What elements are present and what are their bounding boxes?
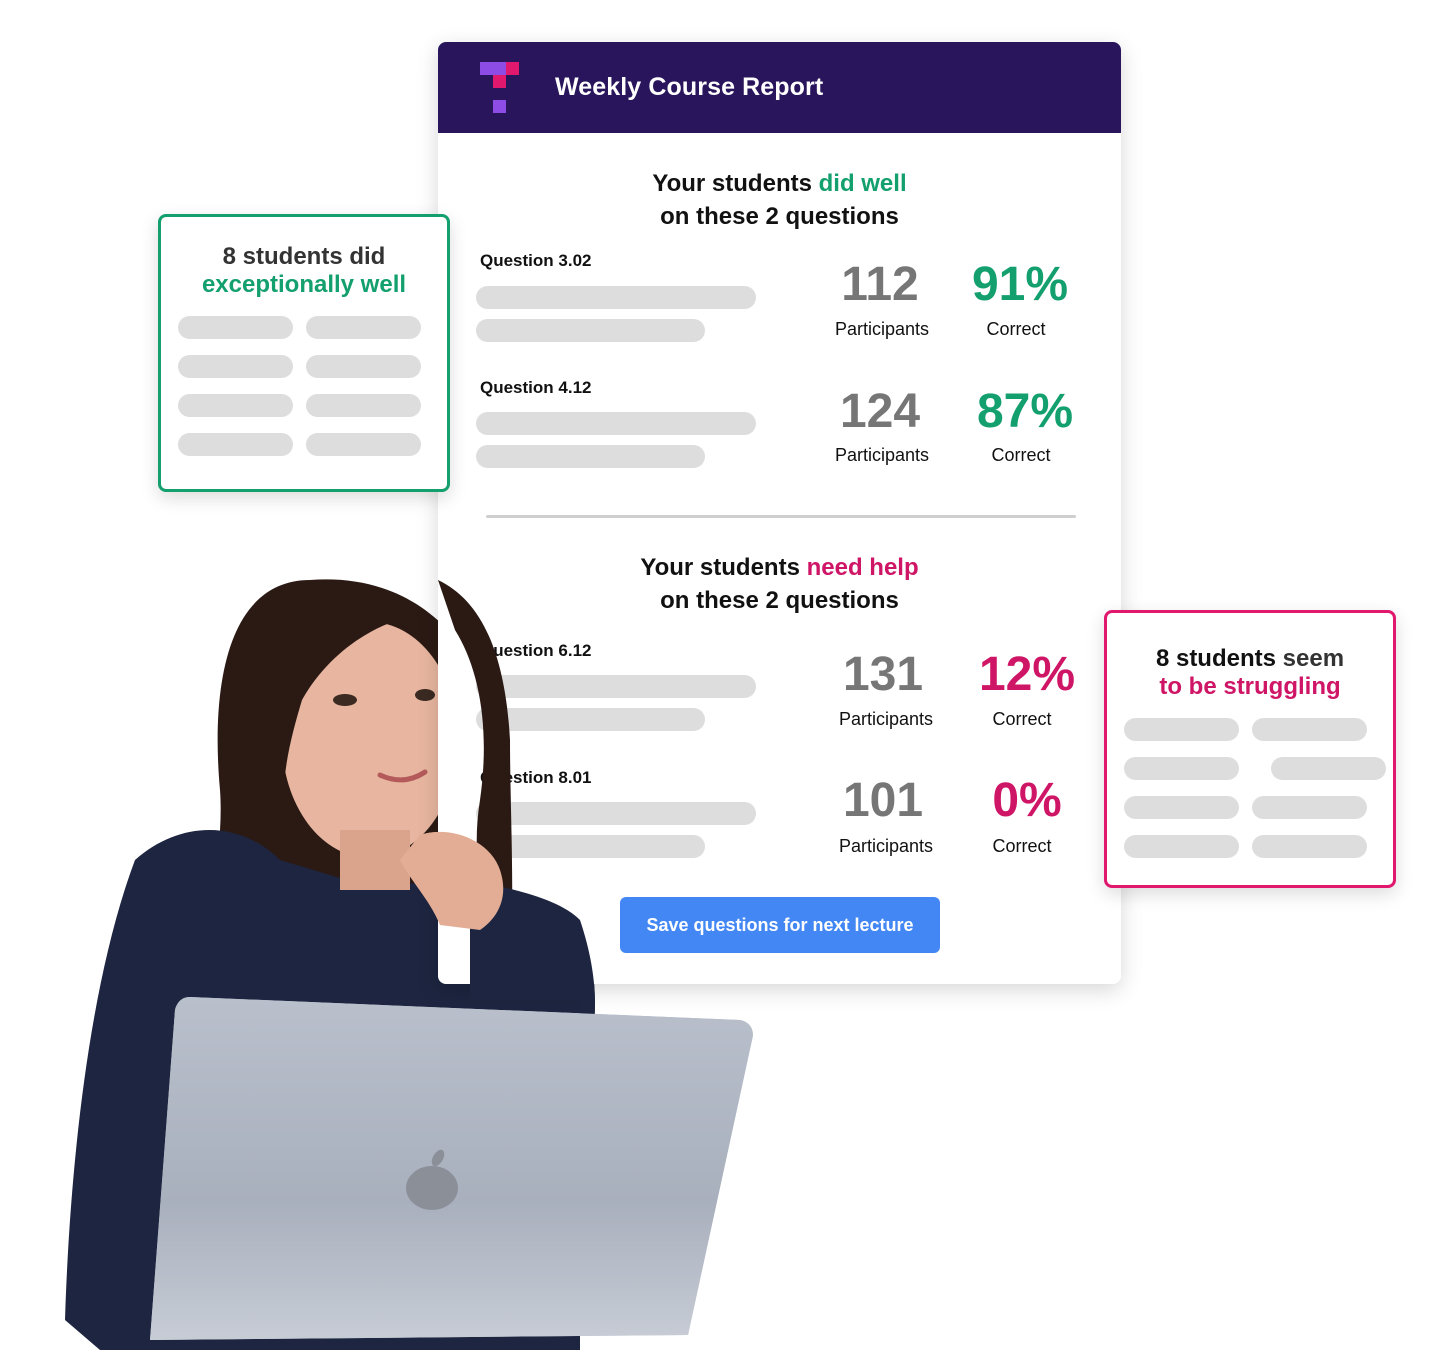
participants-label: Participants — [834, 319, 930, 339]
participants-label: Participants — [838, 709, 934, 729]
neck-shape — [340, 830, 410, 890]
student-placeholder — [178, 355, 293, 378]
student-placeholder — [1124, 835, 1239, 858]
student-placeholder — [178, 433, 293, 456]
placeholder-bar — [476, 286, 756, 309]
save-questions-button[interactable]: Save questions for next lecture — [620, 897, 940, 953]
participants-count: 112 — [841, 258, 919, 311]
card-title-part: seem — [1275, 645, 1345, 672]
placeholder-bar — [476, 675, 756, 698]
section-divider — [486, 515, 1076, 518]
heading-text: Your students — [652, 170, 819, 197]
placeholder-bar — [476, 319, 705, 342]
report-header: Weekly Course Report — [438, 42, 1121, 133]
correct-percent: 0% — [992, 774, 1062, 827]
student-placeholder — [1124, 718, 1239, 741]
placeholder-bar — [476, 445, 705, 468]
student-placeholder — [1124, 796, 1239, 819]
tophat-logo-icon — [480, 62, 520, 114]
student-placeholder — [178, 316, 293, 339]
participants-count: 131 — [842, 648, 924, 701]
participants-count: 124 — [839, 385, 921, 438]
correct-percent: 91% — [971, 258, 1069, 311]
question-label: Question 6.12 — [480, 641, 592, 660]
student-placeholder — [1124, 757, 1239, 780]
struggling-students-card: 8 students seem to be struggling — [1104, 610, 1396, 888]
student-placeholder — [1271, 757, 1386, 780]
question-label: Question 8.01 — [480, 768, 592, 787]
correct-label: Correct — [986, 319, 1046, 339]
student-placeholder — [306, 394, 421, 417]
heading-text: Your students — [640, 554, 807, 581]
heading-line2: on these 2 questions — [660, 587, 899, 614]
student-placeholder — [1252, 796, 1367, 819]
need-help-heading: Your students need help on these 2 quest… — [438, 551, 1121, 617]
weekly-report-card: Weekly Course Report Your students did w… — [438, 42, 1121, 984]
participants-label: Participants — [834, 445, 930, 465]
exceptional-students-card: 8 students did exceptionally well — [158, 214, 450, 492]
correct-percent: 12% — [978, 648, 1076, 701]
placeholder-bar — [476, 412, 756, 435]
card-title-line2: exceptionally well — [201, 271, 407, 298]
heading-line2: on these 2 questions — [660, 203, 899, 230]
placeholder-bar — [476, 835, 705, 858]
placeholder-bar — [476, 802, 756, 825]
correct-percent: 87% — [976, 385, 1074, 438]
card-title-part: 8 students — [1155, 645, 1276, 672]
heading-highlight: need help — [806, 554, 919, 581]
student-placeholder — [1252, 718, 1367, 741]
placeholder-bar — [476, 708, 705, 731]
card-title-line1: 8 students did — [222, 243, 386, 270]
correct-label: Correct — [991, 445, 1051, 465]
question-label: Question 4.12 — [480, 378, 592, 397]
heading-highlight: did well — [818, 170, 907, 197]
student-placeholder — [1252, 835, 1367, 858]
card-title-line2: to be struggling — [1159, 673, 1341, 700]
correct-label: Correct — [992, 836, 1052, 856]
card-title-line1: 8 students seem — [1107, 645, 1393, 673]
report-title: Weekly Course Report — [555, 73, 824, 101]
student-placeholder — [306, 316, 421, 339]
question-label: Question 3.02 — [480, 251, 592, 270]
student-placeholder — [306, 355, 421, 378]
did-well-heading: Your students did well on these 2 questi… — [438, 167, 1121, 233]
participants-count: 101 — [842, 774, 924, 827]
student-placeholder — [178, 394, 293, 417]
correct-label: Correct — [992, 709, 1052, 729]
student-placeholder — [306, 433, 421, 456]
participants-label: Participants — [838, 836, 934, 856]
laptop-shape — [150, 997, 753, 1340]
